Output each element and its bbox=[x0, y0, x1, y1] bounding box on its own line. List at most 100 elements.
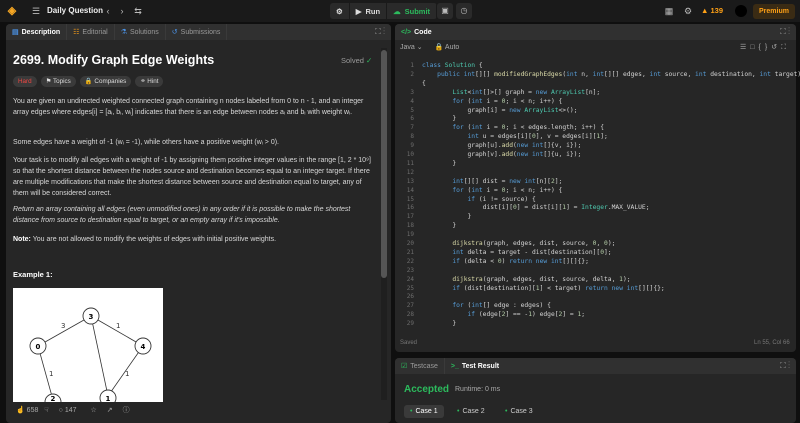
tab-solutions[interactable]: ⚗ Solutions bbox=[115, 24, 166, 40]
line-number: 22 bbox=[406, 257, 414, 265]
hint-tag[interactable]: ⚭ Hint bbox=[135, 76, 164, 87]
comments-button[interactable]: ○ 147 bbox=[59, 407, 77, 414]
clock-icon: ◷ bbox=[460, 6, 468, 15]
line-number: 29 bbox=[406, 320, 414, 328]
description-scroll-thumb[interactable] bbox=[381, 50, 387, 278]
notes-button[interactable]: ▣ bbox=[437, 3, 453, 19]
code-line[interactable]: int delta = target - dist[destination][0… bbox=[422, 249, 611, 256]
line-number: 14 bbox=[406, 186, 414, 194]
line-number: 17 bbox=[406, 213, 414, 221]
code-line[interactable]: for (int[] edge : edges) { bbox=[422, 302, 551, 309]
result-tabs: ☑ Testcase >_ Test Result ⛶ ⋮ bbox=[395, 358, 796, 374]
braces-icon[interactable]: {} bbox=[759, 44, 772, 51]
code-line[interactable]: dist[i][0] = dist[i][1] = Integer.MAX_VA… bbox=[422, 204, 650, 211]
tab-description[interactable]: ▤ Description bbox=[6, 24, 68, 40]
fullscreen-icon[interactable]: ⛶ bbox=[781, 44, 790, 51]
line-number: 23 bbox=[406, 266, 414, 274]
line-number: 25 bbox=[406, 284, 414, 292]
code-line[interactable]: if (delta < 0) return new int[][]{}; bbox=[422, 258, 589, 265]
language-select[interactable]: Java ⌄ bbox=[400, 43, 423, 51]
tab-test-result[interactable]: >_ Test Result bbox=[445, 358, 505, 374]
topics-tag[interactable]: ⚑ Topics bbox=[40, 76, 76, 87]
submit-button[interactable]: ☁ Submit bbox=[387, 3, 438, 19]
companies-tag[interactable]: 🔒 Companies bbox=[79, 76, 132, 87]
code-line[interactable]: { bbox=[422, 80, 426, 87]
code-line[interactable]: if (i != source) { bbox=[422, 196, 536, 203]
timer-button[interactable]: ◷ bbox=[456, 3, 472, 19]
tab-testcase[interactable]: ☑ Testcase bbox=[395, 358, 445, 374]
premium-button[interactable]: Premium bbox=[753, 4, 795, 19]
code-line[interactable]: if (edge[2] == -1) edge[2] = 1; bbox=[422, 311, 586, 318]
tab-submissions[interactable]: ↺ Submissions bbox=[166, 24, 228, 40]
code-line[interactable]: } bbox=[422, 222, 456, 229]
settings-gear-icon[interactable]: ⚙ bbox=[682, 5, 694, 17]
maximize-icon[interactable]: ⛶ bbox=[780, 361, 786, 370]
top-bar: ◈ ☰ Daily Question ‹ › ⇆ ⚙ ▶ Run ☁ Submit … bbox=[0, 0, 800, 22]
auto-mode[interactable]: 🔒 Auto bbox=[435, 43, 460, 51]
shuffle-icon[interactable]: ⇆ bbox=[132, 5, 144, 17]
maximize-icon[interactable]: ⛶ bbox=[780, 27, 786, 36]
streak-counter[interactable]: ▲ 139 bbox=[701, 6, 723, 15]
code-line[interactable]: if (dist[destination][1] < target) retur… bbox=[422, 285, 664, 292]
dislike-button[interactable]: ☟ bbox=[44, 406, 48, 414]
problem-note: Note: You are not allowed to modify the … bbox=[13, 236, 277, 243]
graph-diagram: 3 1 1 1 0 3 4 1 2 bbox=[29, 307, 152, 411]
code-line[interactable]: } bbox=[422, 213, 471, 220]
case-tab-1[interactable]: • Case 1 bbox=[404, 405, 444, 418]
more-icon[interactable]: ⋮ bbox=[788, 27, 790, 36]
case-tab-2[interactable]: • Case 2 bbox=[451, 405, 491, 418]
line-number: 8 bbox=[410, 133, 414, 141]
share-button[interactable]: ↗ bbox=[107, 406, 113, 414]
book-icon: ☷ bbox=[73, 29, 80, 36]
more-icon[interactable]: ⋮ bbox=[383, 27, 385, 36]
format-icon[interactable]: □ bbox=[750, 44, 758, 51]
comment-icon: ○ bbox=[58, 406, 63, 414]
code-line[interactable]: int u = edges[i][0], v = edges[i][1]; bbox=[422, 133, 608, 140]
example-title: Example 1: bbox=[13, 270, 53, 279]
avatar[interactable] bbox=[735, 5, 747, 17]
code-line[interactable]: dijkstra(graph, edges, dist, source, 0, … bbox=[422, 240, 615, 247]
code-line[interactable]: dijkstra(graph, edges, dist, source, del… bbox=[422, 276, 630, 283]
page-title[interactable]: Daily Question bbox=[47, 6, 103, 15]
code-line[interactable]: graph[i] = new ArrayList<>(); bbox=[422, 107, 577, 114]
line-number: 24 bbox=[406, 275, 414, 283]
like-button[interactable]: ☝ 658 bbox=[16, 406, 38, 415]
tab-editorial[interactable]: ☷ Editorial bbox=[67, 24, 115, 40]
panel-controls: ⛶ ⋮ bbox=[375, 27, 385, 37]
code-line[interactable]: graph[u].add(new int[]{v, i}); bbox=[422, 142, 581, 149]
code-line[interactable]: class Solution { bbox=[422, 62, 483, 69]
code-toolbar: Java ⌄ 🔒 Auto ☰□{}↺⛶ bbox=[395, 40, 796, 54]
case-tab-3[interactable]: • Case 3 bbox=[499, 405, 539, 418]
code-line[interactable]: public int[][] modifiedGraphEdges(int n,… bbox=[422, 71, 800, 78]
more-icon[interactable]: ⋮ bbox=[788, 361, 790, 370]
favorite-button[interactable]: ☆ bbox=[91, 406, 97, 414]
next-problem-icon[interactable]: › bbox=[116, 5, 128, 17]
code-line[interactable]: int[][] dist = new int[n][2]; bbox=[422, 178, 562, 185]
reset-icon[interactable]: ↺ bbox=[771, 44, 781, 51]
leetcode-logo-icon[interactable]: ◈ bbox=[6, 5, 18, 17]
check-circle-icon: ✓ bbox=[366, 56, 373, 65]
line-number: 20 bbox=[406, 240, 414, 247]
tab-code[interactable]: </> Code bbox=[395, 24, 438, 40]
code-line[interactable]: } bbox=[422, 115, 456, 122]
code-line[interactable]: graph[v].add(new int[]{u, i}); bbox=[422, 151, 581, 158]
code-line[interactable]: } bbox=[422, 320, 456, 327]
line-number: 3 bbox=[410, 88, 414, 96]
code-line[interactable]: } bbox=[422, 160, 456, 167]
code-line[interactable]: for (int i = 0; i < n; i++) { bbox=[422, 98, 562, 105]
problem-paragraph-1: You are given an undirected weighted con… bbox=[13, 98, 364, 116]
fire-icon: ▲ bbox=[701, 6, 711, 15]
maximize-icon[interactable]: ⛶ bbox=[375, 27, 381, 36]
run-button[interactable]: ▶ Run bbox=[350, 3, 388, 19]
document-icon: ▤ bbox=[12, 29, 19, 36]
debug-button[interactable]: ⚙ bbox=[330, 3, 350, 19]
code-line[interactable]: for (int i = 0; i < n; i++) { bbox=[422, 187, 562, 194]
difficulty-badge: Hard bbox=[13, 76, 37, 87]
help-button[interactable]: ⓘ bbox=[123, 405, 130, 415]
code-line[interactable]: for (int i = 0; i < edges.length; i++) { bbox=[422, 124, 604, 131]
problem-list-icon[interactable]: ☰ bbox=[30, 5, 42, 17]
prev-problem-icon[interactable]: ‹ bbox=[102, 5, 114, 17]
layout-icon[interactable]: ▦ bbox=[663, 5, 675, 17]
bookmark-icon[interactable]: ☰ bbox=[740, 44, 750, 51]
code-line[interactable]: List<int[]>[] graph = new ArrayList[n]; bbox=[422, 89, 600, 96]
